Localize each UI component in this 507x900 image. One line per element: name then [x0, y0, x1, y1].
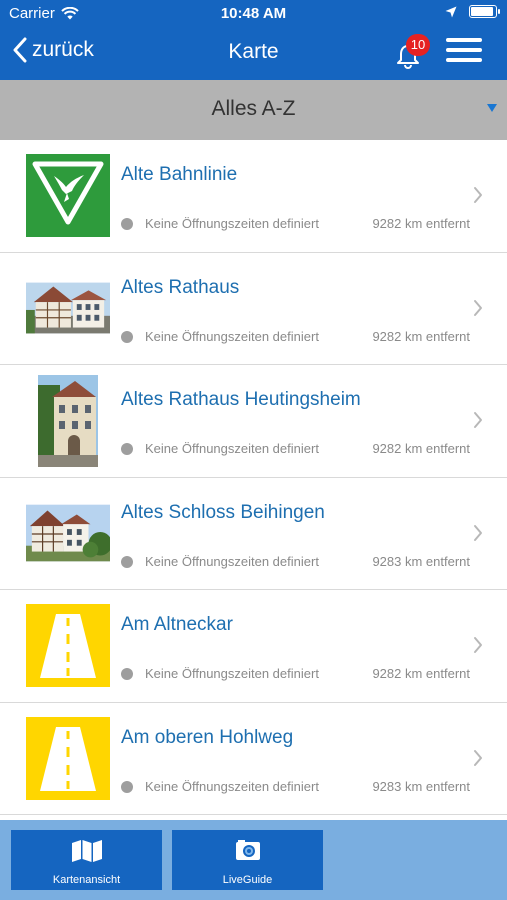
status-dot: [121, 555, 133, 568]
location-arrow-icon: [445, 6, 457, 17]
chevron-right-icon: [474, 524, 482, 541]
town-hall-photo: [26, 267, 110, 350]
road-icon: [26, 604, 110, 687]
chevron-right-icon: [474, 637, 482, 653]
opening-hours: Keine Öffnungszeiten definiert: [145, 216, 319, 231]
status-dot: [121, 443, 133, 455]
map-view-label: Kartenansicht: [52, 874, 121, 886]
list-item[interactable]: Altes Rathaus Heutingsheim Keine Öffnung…: [0, 365, 507, 478]
camera-icon: [235, 840, 260, 860]
poi-list[interactable]: Alte Bahnlinie Keine Öffnungszeiten defi…: [0, 140, 507, 820]
map-icon: [71, 840, 102, 862]
live-guide-button[interactable]: LiveGuide: [172, 830, 323, 890]
chevron-right-icon: [474, 749, 482, 766]
dropdown-arrow-icon: [487, 104, 497, 112]
app-header: Carrier 10:48 AM zurück Karte 10: [0, 0, 507, 80]
distance: 9282 km entfernt: [372, 441, 470, 456]
status-dot: [121, 218, 133, 230]
list-item[interactable]: Altes Schloss Beihingen Keine Öffnungsze…: [0, 477, 507, 590]
castle-photo: [26, 492, 110, 575]
chevron-right-icon: [474, 187, 482, 203]
status-dot: [121, 668, 133, 680]
menu-button[interactable]: [446, 38, 482, 66]
bottom-toolbar: Kartenansicht LiveGuide: [0, 820, 507, 900]
status-dot: [121, 330, 133, 343]
distance: 9283 km entfernt: [372, 553, 470, 569]
list-item[interactable]: Am Altneckar Keine Öffnungszeiten defini…: [0, 590, 507, 703]
nature-reserve-icon: [26, 154, 110, 237]
distance: 9282 km entfernt: [372, 216, 470, 231]
nav-bar: zurück Karte 10: [0, 28, 507, 80]
list-item[interactable]: Am oberen Hohlweg Keine Öffnungszeiten d…: [0, 702, 507, 815]
item-title: Am Altneckar: [121, 614, 233, 635]
opening-hours: Keine Öffnungszeiten definiert: [145, 441, 319, 456]
status-indicators: [445, 5, 500, 18]
notifications-button[interactable]: 10: [392, 34, 432, 72]
hamburger-line: [446, 58, 482, 62]
item-title: Alte Bahnlinie: [121, 164, 238, 185]
live-guide-label: LiveGuide: [222, 874, 273, 886]
sort-filter-dropdown[interactable]: Alles A-Z: [0, 80, 507, 140]
opening-hours: Keine Öffnungszeiten definiert: [145, 666, 319, 681]
chevron-right-icon: [474, 412, 482, 428]
hamburger-line: [446, 38, 482, 42]
road-icon: [26, 716, 110, 800]
distance: 9283 km entfernt: [372, 778, 470, 794]
distance: 9282 km entfernt: [372, 666, 470, 681]
status-bar: Carrier 10:48 AM: [0, 0, 507, 28]
battery-icon: [469, 5, 500, 18]
item-title: Altes Rathaus Heutingsheim: [121, 389, 361, 410]
hamburger-line: [446, 48, 482, 52]
item-title: Altes Rathaus: [121, 276, 240, 298]
item-title: Am oberen Hohlweg: [121, 726, 294, 748]
notification-badge: 10: [406, 34, 430, 56]
town-hall-heutingsheim-photo: [26, 374, 110, 467]
list-item[interactable]: Alte Bahnlinie Keine Öffnungszeiten defi…: [0, 140, 507, 253]
chevron-right-icon: [474, 299, 482, 316]
opening-hours: Keine Öffnungszeiten definiert: [145, 328, 319, 344]
opening-hours: Keine Öffnungszeiten definiert: [145, 778, 319, 794]
filter-label: Alles A-Z: [211, 97, 296, 120]
map-view-button[interactable]: Kartenansicht: [11, 830, 162, 890]
distance: 9282 km entfernt: [372, 328, 470, 344]
clock: 10:48 AM: [220, 5, 287, 22]
item-title: Altes Schloss Beihingen: [121, 501, 325, 523]
status-dot: [121, 780, 133, 793]
list-item[interactable]: Altes Rathaus Keine Öffnungszeiten defin…: [0, 252, 507, 365]
opening-hours: Keine Öffnungszeiten definiert: [145, 553, 319, 569]
